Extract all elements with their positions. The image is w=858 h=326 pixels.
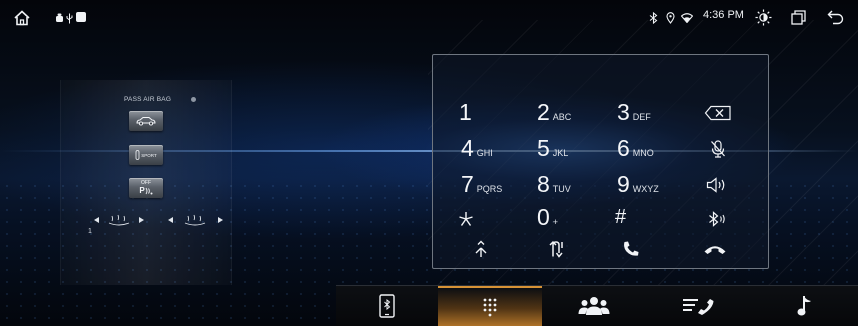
seat-number: 1 — [88, 228, 92, 235]
status-bar: 4:36 PM — [0, 0, 858, 36]
key-1[interactable]: 1 — [459, 100, 475, 124]
wifi-icon — [680, 12, 693, 23]
pass-airbag-indicator — [191, 97, 196, 102]
key-7[interactable]: 7 PQRS — [461, 172, 502, 196]
key-2[interactable]: 2 ABC — [537, 100, 571, 124]
key-9[interactable]: 9 WXYZ — [617, 172, 659, 196]
key-letters: TUV — [552, 184, 571, 194]
dialpad-icon — [483, 298, 497, 317]
call-icon[interactable] — [619, 238, 643, 260]
mic-mute-icon[interactable] — [706, 138, 730, 160]
key-digit: 9 — [617, 171, 630, 197]
key-digit: 2 — [537, 99, 550, 125]
left-seat-heat-icon — [108, 214, 130, 226]
brightness-icon[interactable] — [754, 8, 772, 26]
right-seat-decrease-icon[interactable] — [168, 217, 173, 223]
key-digit: 3 — [617, 99, 630, 125]
parking-waves-icon — [145, 187, 153, 194]
hangup-icon[interactable] — [701, 240, 729, 258]
key-3[interactable]: 3 DEF — [617, 100, 651, 124]
right-seat-increase-icon[interactable] — [218, 217, 223, 223]
key-star[interactable] — [456, 208, 476, 230]
left-seat-decrease-icon[interactable] — [94, 217, 99, 223]
tab-contacts[interactable] — [542, 286, 646, 326]
tab-music[interactable] — [752, 286, 858, 326]
sport-button[interactable]: SPORT — [129, 145, 163, 165]
key-6[interactable]: 6 MNO — [617, 136, 654, 160]
location-icon — [665, 11, 675, 24]
parking-sensor-button[interactable]: OFF P — [129, 178, 163, 198]
swap-call-icon[interactable] — [544, 238, 570, 260]
left-seat-increase-icon[interactable] — [139, 217, 144, 223]
key-letters: MNO — [632, 148, 654, 158]
speaker-icon[interactable] — [704, 174, 730, 196]
car-icon — [136, 117, 156, 126]
tab-phone-link[interactable] — [336, 286, 438, 326]
key-letters: WXYZ — [632, 184, 659, 194]
bluetooth-icon — [648, 11, 658, 24]
key-letters: PQRS — [476, 184, 503, 194]
backspace-icon[interactable] — [700, 103, 736, 123]
recent-apps-icon[interactable] — [790, 9, 807, 26]
key-letters: + — [552, 217, 559, 227]
key-digit: 0 — [537, 204, 550, 230]
left-seat-controls — [94, 211, 144, 227]
pass-airbag-label: PASS AIR BAG — [124, 96, 172, 103]
drive-mode-button[interactable] — [129, 111, 163, 131]
sport-label: SPORT — [141, 152, 157, 158]
contacts-icon — [578, 297, 610, 315]
key-0[interactable]: 0 + — [537, 205, 558, 229]
key-4[interactable]: 4 GHI — [461, 136, 493, 160]
bluetooth-audio-icon[interactable] — [706, 208, 728, 230]
bottom-navigation — [336, 285, 858, 326]
gear-shift-icon — [135, 150, 140, 160]
key-letters: ABC — [552, 112, 572, 122]
key-digit: 6 — [617, 135, 630, 161]
key-8[interactable]: 8 TUV — [537, 172, 571, 196]
call-log-icon — [683, 299, 714, 315]
android-icon — [54, 12, 64, 24]
key-digit: 7 — [461, 171, 474, 197]
right-seat-controls — [168, 211, 224, 227]
notification-icon — [75, 11, 87, 23]
back-icon[interactable] — [826, 9, 844, 26]
tab-dialpad[interactable] — [438, 286, 542, 326]
music-icon — [797, 296, 811, 316]
key-letters: GHI — [476, 148, 493, 158]
right-seat-heat-icon — [184, 214, 206, 226]
merge-call-icon[interactable] — [470, 238, 492, 260]
home-icon[interactable] — [12, 8, 32, 28]
key-digit: 1 — [459, 99, 472, 125]
clock: 4:36 PM — [703, 9, 744, 21]
phone-link-icon — [379, 294, 395, 318]
dialpad — [432, 54, 769, 269]
tab-call-log[interactable] — [646, 286, 752, 326]
key-hash[interactable]: # — [615, 205, 626, 229]
key-digit: # — [615, 206, 627, 228]
key-letters: DEF — [632, 112, 651, 122]
key-digit: 4 — [461, 135, 474, 161]
key-digit: 8 — [537, 171, 550, 197]
key-5[interactable]: 5 JKL — [537, 136, 568, 160]
key-letters: JKL — [552, 148, 569, 158]
usb-icon — [65, 12, 73, 24]
key-digit: 5 — [537, 135, 550, 161]
